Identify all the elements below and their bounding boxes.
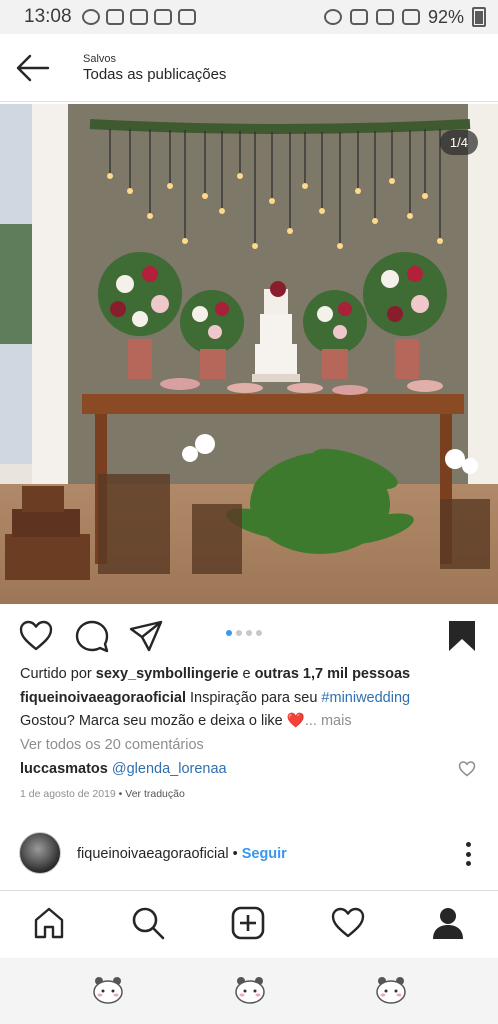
see-translation-link[interactable]: • Ver tradução xyxy=(116,788,185,800)
avatar[interactable] xyxy=(19,832,61,874)
status-bar: 13:08 92% xyxy=(0,0,498,34)
app-header: Salvos Todas as publicações xyxy=(0,34,498,102)
youtube-icon xyxy=(177,9,196,25)
carousel-indicator xyxy=(226,630,262,636)
carousel-dot xyxy=(246,630,252,636)
like-heart-icon[interactable] xyxy=(18,618,54,654)
post-actions xyxy=(0,612,498,656)
new-post-icon[interactable] xyxy=(230,905,266,941)
recent-apps-bear-icon[interactable] xyxy=(91,974,125,1006)
cloud-icon xyxy=(105,9,124,25)
follow-button[interactable]: Seguir xyxy=(242,846,287,862)
wedding-table-photo xyxy=(0,104,498,604)
carousel-dot xyxy=(236,630,242,636)
comment-like-heart-icon[interactable] xyxy=(458,760,476,778)
header-subtitle: Salvos xyxy=(83,53,117,65)
caption-text: Inspiração para seu xyxy=(186,690,322,706)
battery-icon xyxy=(472,7,486,27)
gallery-icon xyxy=(153,9,172,25)
likes-prefix: Curtido por xyxy=(20,666,96,682)
image-counter: 1/4 xyxy=(439,130,478,155)
share-paper-plane-icon[interactable] xyxy=(128,618,164,654)
mail-icon xyxy=(129,9,148,25)
caption-line-2: Gostou? Marca seu mozão e deixa o like ❤… xyxy=(20,712,352,729)
comment-bubble-icon[interactable] xyxy=(74,618,110,654)
home-bear-icon[interactable] xyxy=(233,974,267,1006)
notification-icons xyxy=(81,9,196,25)
save-bookmark-icon[interactable] xyxy=(444,618,480,654)
likes-connector: e xyxy=(238,666,255,682)
comment-mention[interactable]: @glenda_lorenaa xyxy=(112,761,227,777)
likes-count[interactable]: outras 1,7 mil pessoas xyxy=(255,666,411,682)
mute-icon xyxy=(349,9,368,25)
separator: • xyxy=(228,846,242,862)
date-text: 1 de agosto de 2019 xyxy=(20,788,116,800)
likes-line: Curtido por sexy_symbollingerie e outras… xyxy=(20,666,410,682)
page-title: Todas as publicações xyxy=(83,66,227,83)
carousel-dot xyxy=(256,630,262,636)
clock: 13:08 xyxy=(24,6,72,27)
caption-hashtag[interactable]: #miniwedding xyxy=(321,690,410,706)
home-icon[interactable] xyxy=(31,905,67,941)
next-post-author: fiqueinoivaeagoraoficial • Seguir xyxy=(0,826,498,882)
author-username[interactable]: fiqueinoivaeagoraoficial xyxy=(77,846,229,862)
bottom-navigation xyxy=(0,890,498,958)
more-options-icon[interactable] xyxy=(466,842,472,866)
back-bear-icon[interactable] xyxy=(374,974,408,1006)
battery-percent: 92% xyxy=(427,6,464,27)
liked-by-user[interactable]: sexy_symbollingerie xyxy=(96,666,239,682)
b-app-icon xyxy=(81,9,100,25)
search-icon[interactable] xyxy=(130,905,166,941)
caption-more-link[interactable]: ... mais xyxy=(305,713,352,729)
post-date: 1 de agosto de 2019 • Ver tradução xyxy=(20,788,185,800)
comment-author[interactable]: luccasmatos xyxy=(20,761,108,777)
system-navigation-bar xyxy=(0,958,498,1024)
profile-icon[interactable] xyxy=(430,905,466,941)
activity-heart-icon[interactable] xyxy=(330,905,366,941)
view-all-comments-link[interactable]: Ver todos os 20 comentários xyxy=(20,737,204,753)
caption-text-2: Gostou? Marca seu mozão e deixa o like ❤… xyxy=(20,713,305,729)
caption-line-1: fiqueinoivaeagoraoficial Inspiração para… xyxy=(20,690,410,706)
carousel-dot-active xyxy=(226,630,232,636)
alarm-icon xyxy=(323,9,342,25)
back-arrow-icon[interactable] xyxy=(14,52,50,84)
comment-item: luccasmatos @glenda_lorenaa xyxy=(20,761,227,777)
caption-author[interactable]: fiqueinoivaeagoraoficial xyxy=(20,690,186,706)
post-image[interactable]: 1/4 xyxy=(0,104,498,604)
author-row: fiqueinoivaeagoraoficial • Seguir xyxy=(77,846,287,862)
signal-icon xyxy=(401,9,420,25)
wifi-icon xyxy=(375,9,394,25)
